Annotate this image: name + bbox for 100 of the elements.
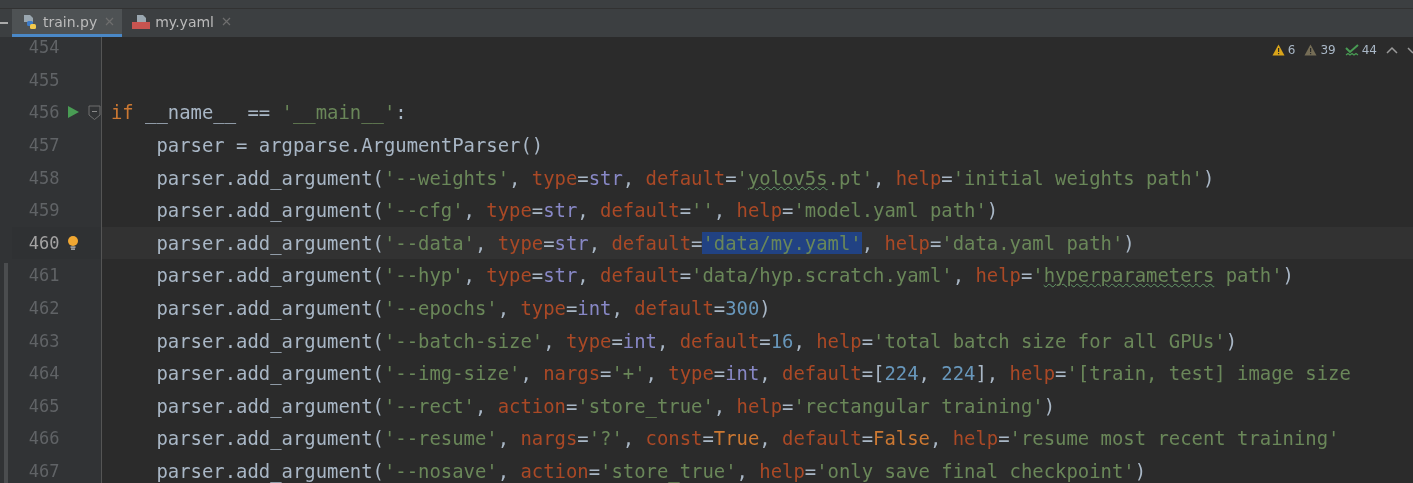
string-literal: 'model.yaml path' xyxy=(793,199,987,222)
argument-name: help xyxy=(736,394,783,417)
python-file-icon xyxy=(22,13,38,30)
code-text: parser.add_argument( xyxy=(155,427,384,450)
argument-name: default xyxy=(634,297,714,320)
builtin-name: str xyxy=(543,264,578,287)
code-text: , xyxy=(952,264,966,287)
code-text: ) xyxy=(1202,166,1215,189)
fold-icon[interactable] xyxy=(87,105,101,120)
code-text: , xyxy=(861,231,875,254)
code-text: = xyxy=(565,394,578,417)
string-literal: 'store_true' xyxy=(600,460,737,482)
code-text: = xyxy=(600,362,612,385)
inspection-count: 39 xyxy=(1320,43,1336,57)
code-text: parser.add_argument( xyxy=(155,460,384,482)
code-text: = xyxy=(691,231,703,254)
argument-name: help xyxy=(1009,362,1056,385)
builtin-name: str xyxy=(588,166,623,189)
argument-name: default xyxy=(679,329,760,352)
code-text: , xyxy=(622,427,636,450)
argument-name: type xyxy=(531,166,578,189)
code-text: ) xyxy=(1225,329,1238,352)
typo-check-icon[interactable] xyxy=(1344,43,1359,57)
number-literal: 16 xyxy=(770,329,794,352)
string-literal: '+' xyxy=(611,362,646,385)
code-text: = xyxy=(804,460,817,482)
code-text: , xyxy=(611,297,624,320)
argument-name: type xyxy=(668,362,714,385)
editor-tab[interactable]: my.yaml xyxy=(122,9,239,37)
string-literal: '--nosave' xyxy=(383,460,498,482)
code-text: , xyxy=(577,264,590,287)
chevron-down-icon[interactable] xyxy=(1407,46,1413,54)
code-text: = xyxy=(1055,362,1067,385)
builtin-name: int xyxy=(577,297,612,320)
weak-warning-icon[interactable] xyxy=(1304,44,1318,56)
code-text: ) xyxy=(1134,460,1146,482)
builtin-name: int xyxy=(622,329,657,352)
code-text: = xyxy=(713,297,726,320)
string-literal: 'data.yaml path' xyxy=(941,231,1124,254)
string-literal: '?' xyxy=(588,427,623,450)
string-literal: '--cfg' xyxy=(383,199,464,222)
string-literal: '--hyp' xyxy=(383,264,464,287)
code-text: , xyxy=(497,460,511,482)
builtin-name: int xyxy=(725,362,760,385)
editor-tab[interactable]: train.py xyxy=(12,9,123,37)
code-text: , xyxy=(793,329,806,352)
code-text: = xyxy=(713,362,726,385)
code-text: , xyxy=(577,199,590,222)
code-text: , xyxy=(645,362,658,385)
string-literal: 'resume most recent training' xyxy=(1009,427,1340,450)
code-text: , xyxy=(622,166,636,189)
argument-name: help xyxy=(884,231,930,254)
argument-name: help xyxy=(952,427,999,450)
lightbulb-icon[interactable] xyxy=(67,235,80,250)
code-text: = xyxy=(998,427,1010,450)
code-text: , xyxy=(520,362,533,385)
argument-name: type xyxy=(497,231,544,254)
argument-name: default xyxy=(611,231,692,254)
code-text: ) xyxy=(759,297,771,320)
code-text: ], xyxy=(975,362,1000,385)
number-literal: 300 xyxy=(725,297,760,320)
yaml-file-icon xyxy=(132,13,151,30)
warning-icon[interactable] xyxy=(1271,44,1285,56)
code-text: , xyxy=(873,166,886,189)
argument-name: default xyxy=(600,199,680,222)
run-icon[interactable] xyxy=(66,105,80,120)
code-text: , xyxy=(497,297,511,320)
code-text: = xyxy=(611,329,623,352)
keyword: True xyxy=(713,427,760,450)
string-literal: '--img-size' xyxy=(383,362,521,385)
chevron-up-icon[interactable] xyxy=(1386,46,1398,54)
code-text: parser.add_argument( xyxy=(155,329,384,352)
code-text: = xyxy=(861,427,874,450)
code-text: = xyxy=(725,166,737,189)
code-text: = xyxy=(543,231,555,254)
code-text: parser.add_argument( xyxy=(155,297,384,320)
code-text: parser = argparse.ArgumentParser() xyxy=(155,134,544,157)
string-literal: '--batch-size' xyxy=(383,329,544,352)
code-text: = xyxy=(588,460,601,482)
code-text: = xyxy=(577,166,589,189)
code-text: , xyxy=(463,264,476,287)
code-text: parser.add_argument( xyxy=(155,199,384,222)
argument-name: help xyxy=(816,329,862,352)
keyword: if xyxy=(111,101,134,124)
code-text: , xyxy=(463,199,476,222)
string-literal: 'store_true' xyxy=(577,394,714,417)
code-text: , xyxy=(656,329,670,352)
close-icon[interactable] xyxy=(222,17,231,26)
string-literal: '__main__' xyxy=(281,101,396,124)
string-literal: '[train, test] image size xyxy=(1066,362,1351,385)
argument-name: default xyxy=(782,427,862,450)
code-text: , xyxy=(588,231,602,254)
code-text: ) xyxy=(1043,394,1056,417)
string-literal: ' xyxy=(1032,264,1044,287)
code-text: , xyxy=(918,362,931,385)
code-text: = xyxy=(679,199,692,222)
code-text: parser.add_argument( xyxy=(155,231,384,254)
code-text: , xyxy=(713,394,727,417)
argument-name: type xyxy=(520,297,566,320)
code-text: , xyxy=(509,166,522,189)
